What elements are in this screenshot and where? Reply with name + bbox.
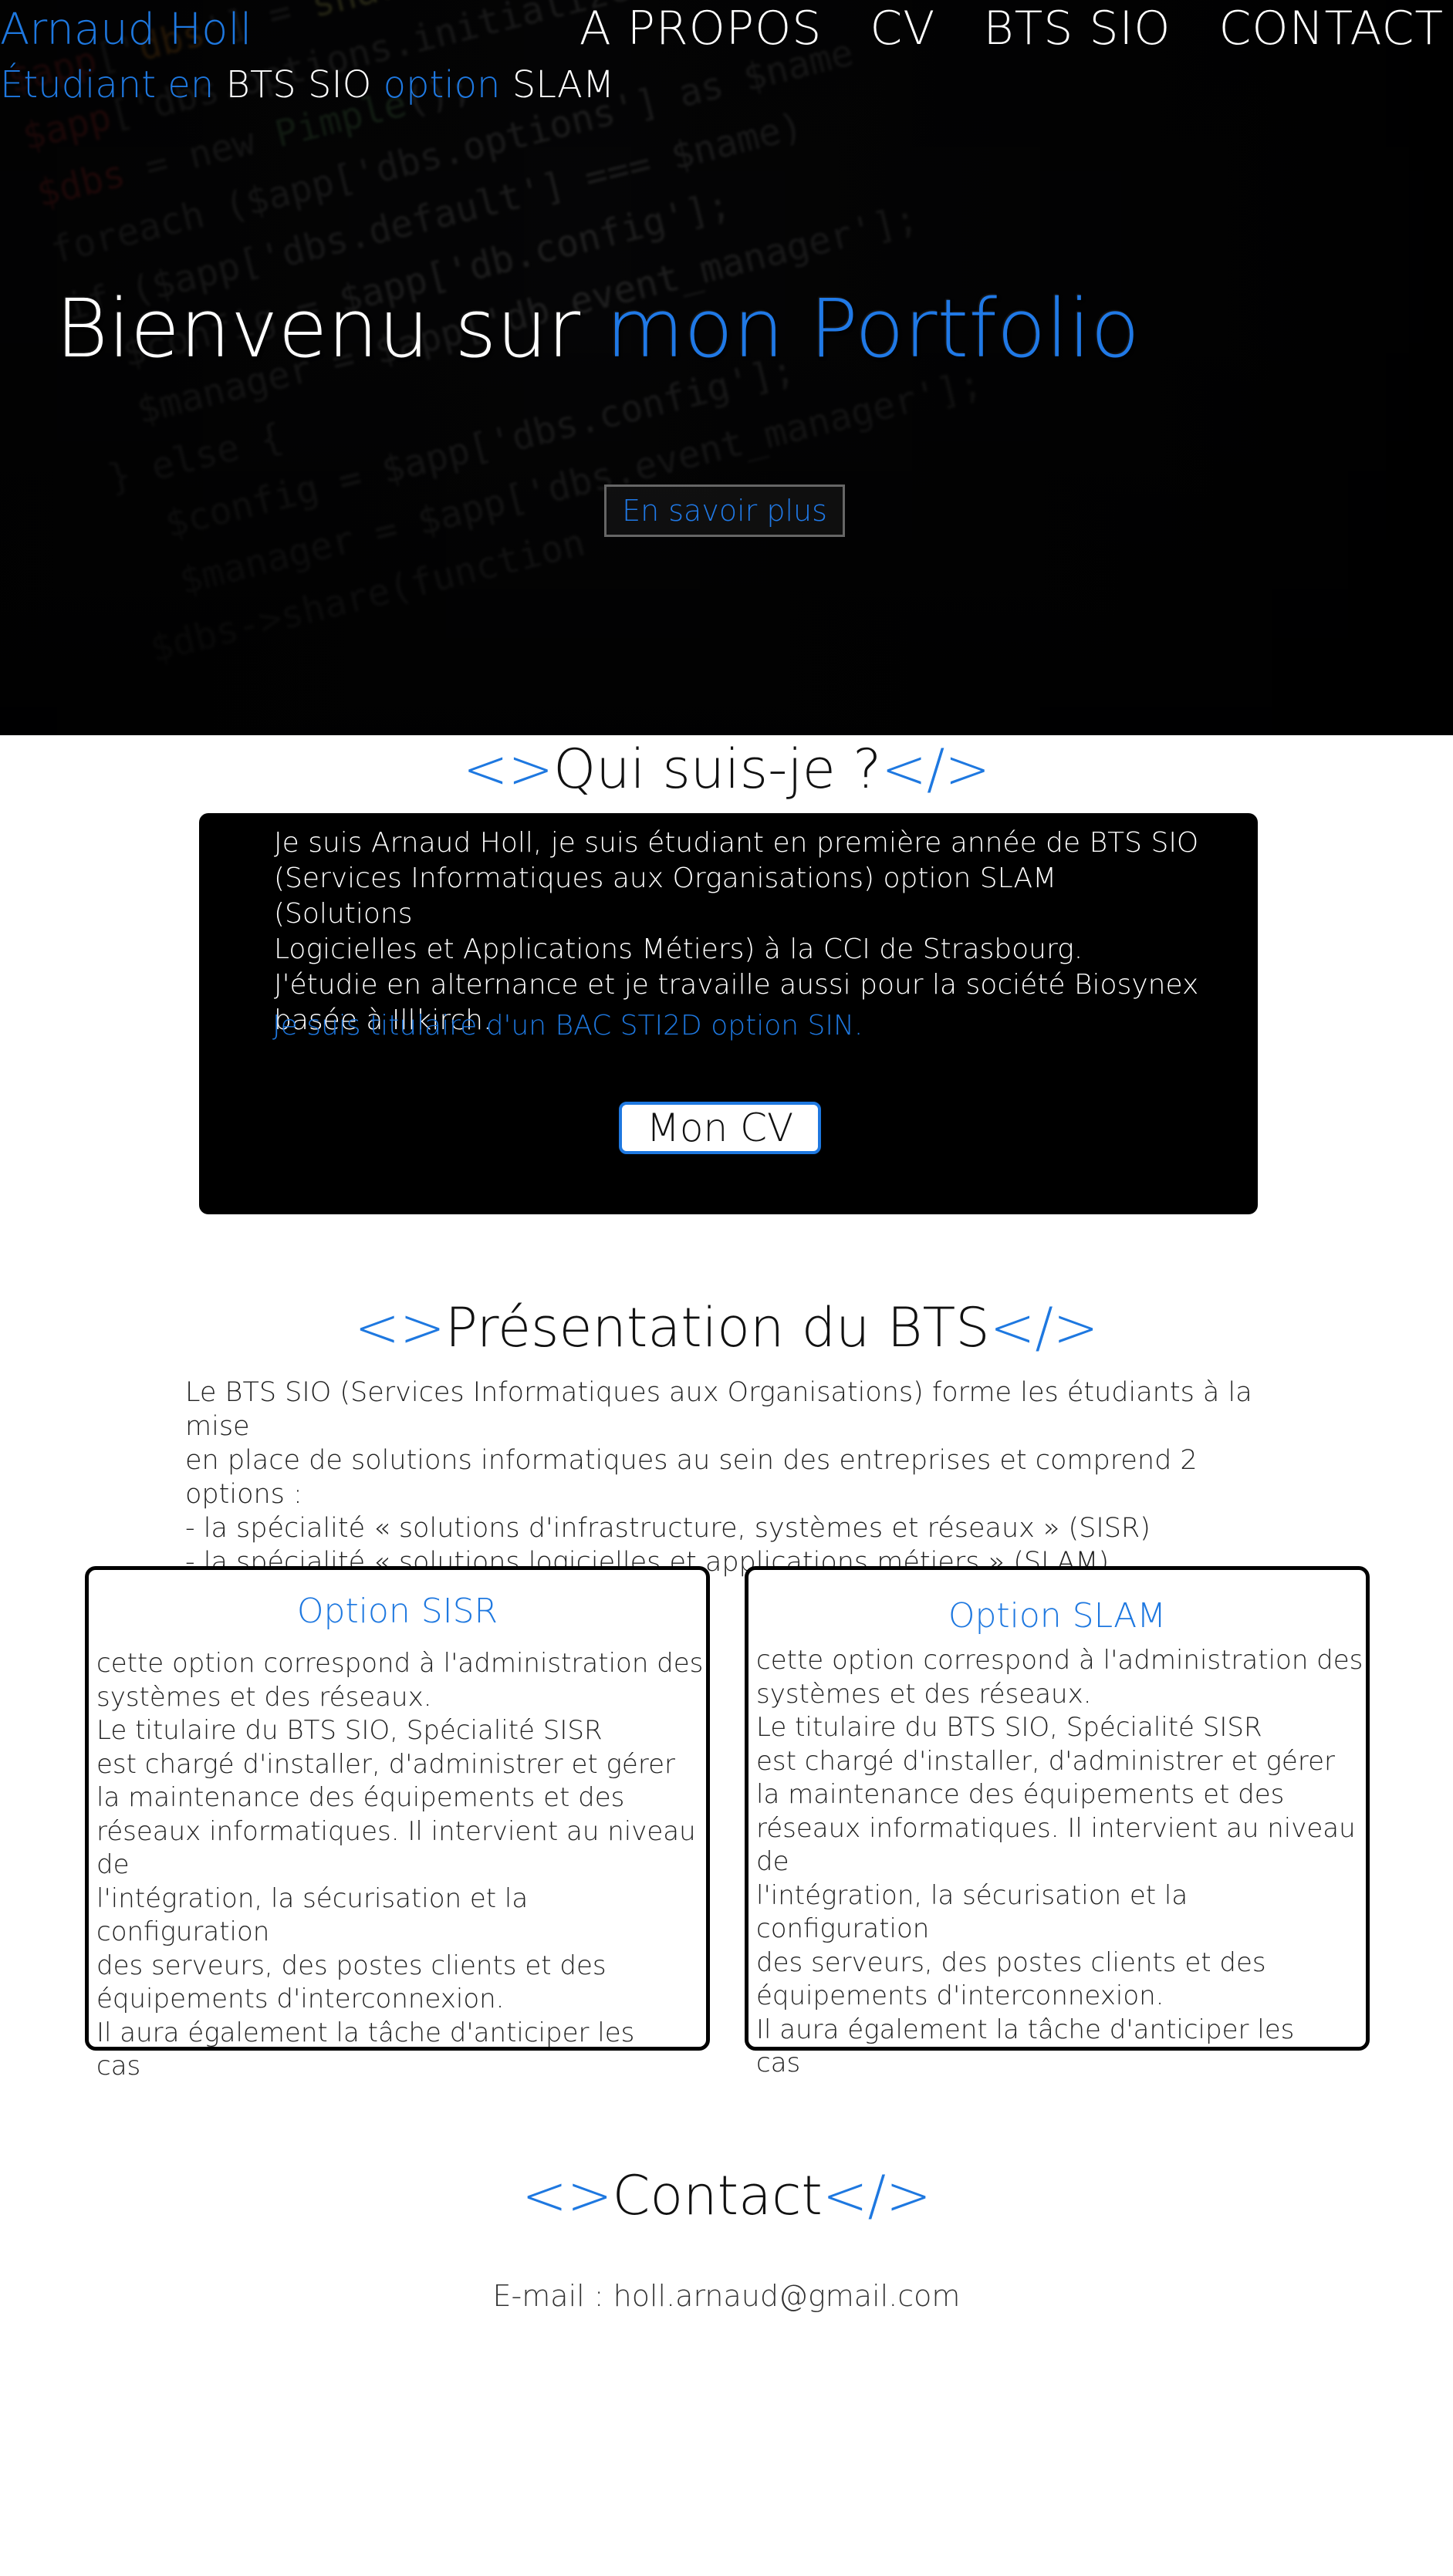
contact-title: <>Contact</> xyxy=(0,2164,1453,2227)
subtitle-part: Étudiant en xyxy=(0,63,215,106)
cv-button[interactable]: Mon CV xyxy=(619,1102,821,1154)
hero-title-blue: mon Portfolio xyxy=(606,282,1140,376)
about-line: J'étudie en alternance et je travaille a… xyxy=(274,969,1199,1001)
about-paragraph: Je suis Arnaud Holl, je suis étudiant en… xyxy=(274,825,1200,1038)
title-open-tag: <> xyxy=(354,1296,445,1359)
main-nav: A PROPOS CV BTS SIO CONTACT xyxy=(580,2,1444,56)
option-card-sisr: Option SISR cette option correspond à l'… xyxy=(85,1566,710,2081)
nav-link-bts-sio[interactable]: BTS SIO xyxy=(983,2,1171,56)
title-close-tag: </> xyxy=(822,2164,931,2227)
option-body: cette option correspond à l'administrati… xyxy=(756,1645,1363,2078)
bts-title: <>Présentation du BTS</> xyxy=(0,1296,1453,1359)
about-panel: Je suis Arnaud Holl, je suis étudiant en… xyxy=(199,813,1258,1214)
nav-link-contact[interactable]: CONTACT xyxy=(1218,2,1444,56)
about-line: Logicielles et Applications Métiers) à l… xyxy=(274,934,1083,965)
site-owner-name[interactable]: Arnaud Holl xyxy=(0,5,252,55)
bts-title-text: Présentation du BTS xyxy=(444,1296,990,1359)
title-open-tag: <> xyxy=(522,2164,613,2227)
about-title: <>Qui suis-je ?</> xyxy=(0,738,1453,801)
bts-intro-line: Le BTS SIO (Services Informatiques aux O… xyxy=(185,1377,1252,1442)
learn-more-button[interactable]: En savoir plus xyxy=(604,484,845,537)
option-card-slam: Option SLAM cette option correspond à l'… xyxy=(745,1566,1370,2078)
title-close-tag: </> xyxy=(881,738,991,801)
title-close-tag: </> xyxy=(989,1296,1099,1359)
about-title-text: Qui suis-je ? xyxy=(553,738,882,801)
option-body: cette option correspond à l'administrati… xyxy=(96,1648,704,2081)
hero-title-white: Bienvenu sur xyxy=(56,282,581,376)
nav-link-cv[interactable]: CV xyxy=(870,2,935,56)
bts-intro-line: en place de solutions informatiques au s… xyxy=(185,1445,1198,1510)
site-subtitle: Étudiant en BTS SIO option SLAM xyxy=(0,63,614,106)
option-title: Option SLAM xyxy=(948,1596,1167,1636)
hero-title: Bienvenu sur mon Portfolio xyxy=(56,282,1140,376)
about-line: (Services Informatiques aux Organisation… xyxy=(274,863,1057,930)
about-diploma: Je suis titulaire d'un BAC STI2D option … xyxy=(272,1010,863,1042)
contact-title-text: Contact xyxy=(612,2164,823,2227)
subtitle-part: option xyxy=(383,63,501,106)
subtitle-part: BTS SIO xyxy=(225,63,372,106)
about-line: Je suis Arnaud Holl, je suis étudiant en… xyxy=(274,827,1199,859)
subtitle-part: SLAM xyxy=(512,63,615,106)
bts-intro: Le BTS SIO (Services Informatiques aux O… xyxy=(185,1376,1296,1579)
contact-email[interactable]: E-mail : holl.arnaud@gmail.com xyxy=(0,2279,1453,2313)
hero-section: $app['dbs'] = share(function ($app) $app… xyxy=(0,0,1453,735)
title-open-tag: <> xyxy=(462,738,554,801)
option-title: Option SISR xyxy=(296,1592,498,1631)
bts-intro-line: - la spécialité « solutions d'infrastruc… xyxy=(185,1513,1151,1544)
nav-link-a-propos[interactable]: A PROPOS xyxy=(580,2,823,56)
